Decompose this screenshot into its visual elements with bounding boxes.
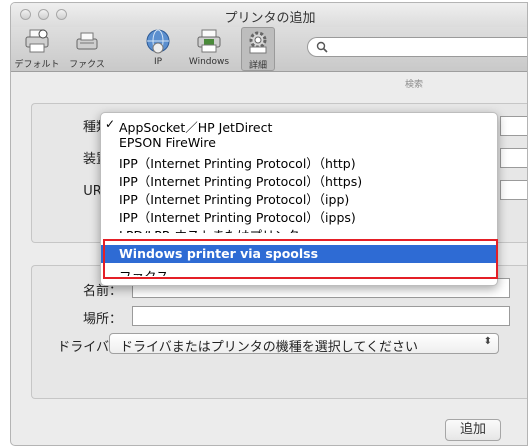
location-label: 場所： [82, 312, 122, 327]
callout-outline [103, 239, 498, 279]
window-title: プリンタの追加 [224, 11, 316, 26]
device-popup[interactable] [500, 148, 527, 168]
menu-item[interactable]: AppSocket／HP JetDirect [101, 117, 497, 135]
default-printer-icon [25, 29, 49, 53]
globe-icon [146, 29, 170, 54]
menu-item[interactable]: IPP（Internet Printing Protocol）（http) [101, 153, 497, 171]
menu-item[interactable]: IPP（Internet Printing Protocol）（https) [101, 171, 497, 189]
menu-item[interactable]: LPD/LPR ホストまたはプリンタ [101, 225, 497, 233]
menu-item[interactable]: IPP（Internet Printing Protocol）（ipp) [101, 189, 497, 207]
driver-select[interactable]: ドライバまたはプリンタの機種を選択してください ⬍ [109, 333, 499, 355]
toolbar-windows-button[interactable]: Windows [183, 27, 235, 71]
gear-icon [249, 31, 267, 54]
search-input[interactable] [307, 37, 527, 57]
menu-item[interactable]: IPP（Internet Printing Protocol）（ipps) [101, 207, 497, 225]
menu-item[interactable]: EPSON FireWire [101, 135, 497, 151]
toolbar-ip-button[interactable]: IP [143, 27, 173, 71]
search-icon [316, 41, 328, 53]
toolbar-advanced-label: 詳細 [248, 61, 267, 71]
fax-icon [76, 32, 98, 50]
toolbar-default-button[interactable]: デフォルト [13, 27, 61, 71]
toolbar-windows-label: Windows [188, 57, 230, 67]
title-bar: プリンタの追加 [11, 3, 527, 27]
type-popup[interactable] [500, 116, 527, 136]
search-label: 検索 [405, 80, 424, 90]
toolbar-default-label: デフォルト [14, 60, 60, 70]
location-field[interactable] [132, 306, 510, 326]
toolbar-ip-label: IP [153, 57, 163, 67]
toolbar: デフォルト ファクス IP Windows 詳細 検索 [11, 27, 527, 90]
url-field[interactable] [500, 180, 527, 200]
up-down-arrows-icon: ⬍ [483, 336, 492, 347]
toolbar-fax-button[interactable]: ファクス [65, 27, 109, 71]
toolbar-fax-label: ファクス [69, 60, 105, 70]
toolbar-advanced-button[interactable]: 詳細 [241, 27, 275, 71]
driver-select-value: ドライバまたはプリンタの機種を選択してください [120, 340, 418, 355]
driver-label: ドライバ： [57, 340, 122, 355]
add-button[interactable]: 追加 [445, 419, 501, 441]
windows-printer-icon [197, 29, 221, 53]
